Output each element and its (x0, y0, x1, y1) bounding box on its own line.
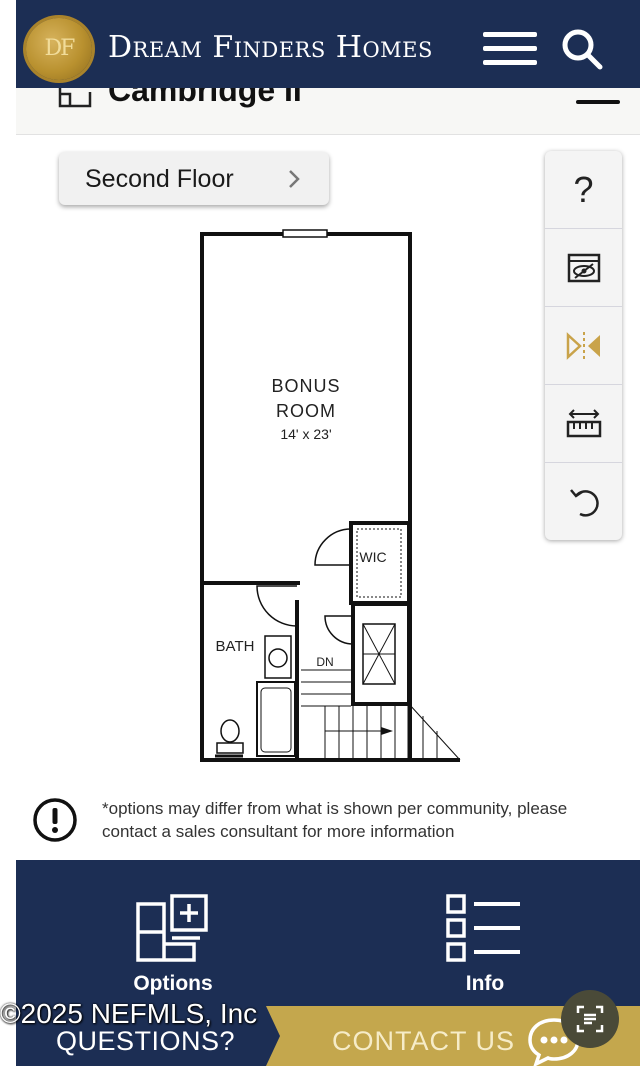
scan-text-icon (576, 1005, 604, 1033)
mirror-icon (566, 332, 600, 360)
chevron-right-icon (289, 170, 300, 188)
collapse-handle-icon[interactable] (574, 92, 622, 106)
window (282, 229, 328, 238)
bath-door-swing (256, 585, 298, 627)
options-icon (136, 894, 208, 962)
help-icon: ? (573, 169, 594, 210)
copyright-watermark: ©2025 NEFMLS, Inc (0, 998, 258, 1029)
view-toggle-icon (567, 253, 601, 283)
bonus-room-walls (200, 232, 412, 762)
toilet (220, 719, 240, 743)
closet-door-swing (324, 615, 354, 645)
measure-icon (566, 409, 602, 438)
reset-button[interactable] (545, 463, 622, 540)
search-icon[interactable] (560, 27, 604, 71)
floorplan-tool-panel: ? (545, 151, 622, 540)
bonus-room-label-2: ROOM (276, 401, 336, 421)
options-label: Options (133, 972, 213, 995)
hamburger-menu-icon[interactable] (483, 32, 537, 66)
measure-button[interactable] (545, 385, 622, 463)
logo-monogram: DF (44, 36, 76, 61)
floor-selector-button[interactable]: Second Floor (59, 152, 329, 205)
scan-text-button[interactable] (561, 990, 619, 1048)
list-icon (446, 894, 520, 962)
bath-label: BATH (216, 638, 255, 655)
info-label: Info (465, 972, 505, 995)
contact-us-label: CONTACT US (332, 1026, 516, 1056)
options-disclaimer: *options may differ from what is shown p… (102, 799, 568, 841)
warning-icon (33, 798, 77, 842)
plan-name: Cambridge II (108, 88, 302, 108)
brand-name[interactable]: Dream Finders Homes (108, 30, 433, 65)
help-button[interactable]: ? (545, 151, 622, 229)
plan-subheader: Cambridge II (16, 88, 640, 135)
reset-icon (570, 489, 599, 517)
floorplan-icon (58, 88, 92, 108)
mirror-button[interactable] (545, 307, 622, 385)
view-toggle-button[interactable] (545, 229, 622, 307)
bonus-room-size: 14' x 23' (280, 426, 331, 442)
bathtub (256, 681, 296, 757)
stairs-label: DN (316, 655, 333, 669)
bottom-navigation: Options Info (16, 860, 640, 1006)
bonus-room-label-1: BONUS (271, 376, 340, 396)
floor-selector-label: Second Floor (85, 165, 234, 193)
brand-logo-seal[interactable]: DF (26, 18, 92, 80)
wic-door-swing (314, 528, 352, 566)
info-button[interactable]: Info (430, 890, 540, 1000)
options-button[interactable]: Options (118, 890, 228, 1000)
floorplan-drawing[interactable]: BONUS ROOM 14' x 23' WIC BATH DN (195, 226, 465, 766)
wic-label: WIC (359, 549, 386, 565)
questions-arrow-shape (266, 1006, 280, 1066)
questions-label: QUESTIONS? (56, 1026, 236, 1056)
